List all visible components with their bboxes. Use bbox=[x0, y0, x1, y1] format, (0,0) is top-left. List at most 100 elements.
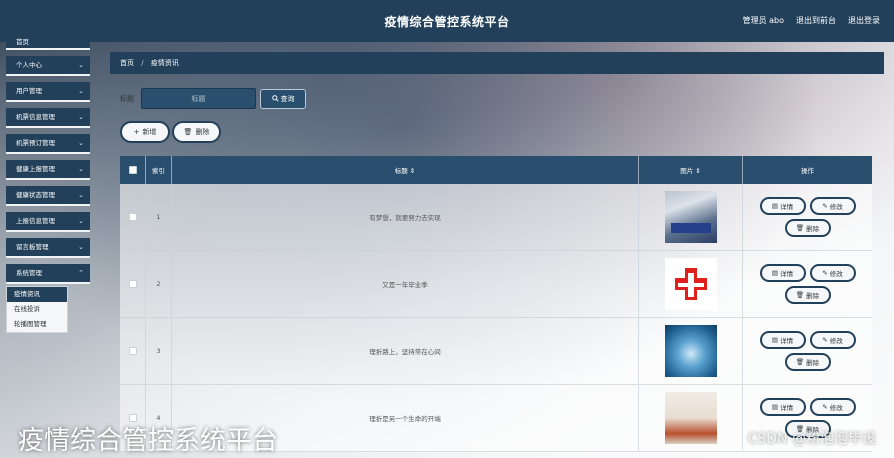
row-ops: ▤ 详情 ✎ 修改 🗑 删除 bbox=[743, 184, 872, 250]
edit-button[interactable]: ✎ 修改 bbox=[809, 264, 856, 282]
detail-label: 详情 bbox=[780, 270, 794, 278]
row-image-cell bbox=[639, 184, 743, 250]
sidebar-item-home[interactable]: 首页 bbox=[6, 37, 90, 50]
detail-button[interactable]: ▤ 详情 bbox=[759, 398, 806, 416]
row-title: 又是一年毕业季 bbox=[172, 251, 639, 317]
delete-button[interactable]: 🗑 删除 bbox=[784, 353, 831, 371]
delete-label: 删除 bbox=[806, 359, 820, 367]
chevron-down-icon: ⌄ bbox=[78, 87, 84, 95]
back-to-front-link[interactable]: 退出到前台 bbox=[796, 15, 836, 26]
row-image-cell bbox=[639, 318, 743, 384]
search-button-label: 查询 bbox=[280, 95, 295, 103]
sidebar-item-label: 留言板管理 bbox=[16, 243, 49, 251]
document-icon: ▤ bbox=[771, 269, 779, 277]
video-caption: 疫情综合管控系统平台 bbox=[18, 426, 279, 456]
chevron-down-icon: ⌄ bbox=[78, 191, 84, 199]
table-row: 3 理折路上，坚持常在心间 ▤ 详情 ✎ 修改 🗑 删除 bbox=[120, 318, 872, 385]
header-image[interactable]: 图片 ⇕ bbox=[639, 156, 743, 184]
edit-label: 修改 bbox=[829, 203, 843, 211]
detail-label: 详情 bbox=[780, 337, 794, 345]
row-ops: ▤ 详情 ✎ 修改 🗑 删除 bbox=[743, 318, 872, 384]
submenu-item-carousel[interactable]: 轮播图管理 bbox=[7, 317, 67, 332]
row-checkbox-cell bbox=[120, 251, 146, 317]
row-checkbox[interactable] bbox=[128, 347, 137, 355]
edit-label: 修改 bbox=[829, 337, 843, 345]
search-button[interactable]: 查询 bbox=[260, 89, 306, 109]
edit-label: 修改 bbox=[829, 404, 843, 412]
document-icon: ▤ bbox=[771, 336, 779, 344]
sidebar-item-report-info[interactable]: 上报信息管理 ⌄ bbox=[6, 212, 90, 232]
row-title: 有梦想，就要努力去实现 bbox=[172, 184, 639, 250]
row-checkbox[interactable] bbox=[128, 280, 137, 288]
detail-button[interactable]: ▤ 详情 bbox=[759, 264, 806, 282]
header-title[interactable]: 标题 ⇕ bbox=[172, 156, 639, 184]
sidebar-item-label: 机票预订管理 bbox=[16, 139, 55, 147]
watermark: CSDN @粉泡泡毕设 bbox=[747, 431, 876, 447]
trash-icon: 🗑 bbox=[795, 224, 805, 232]
submenu-item-epidemic-news[interactable]: 疫情资讯 bbox=[7, 287, 67, 302]
table-header: 索引 标题 ⇕ 图片 ⇕ 操作 bbox=[120, 156, 872, 184]
sidebar-item-health-status[interactable]: 健康状态管理 ⌄ bbox=[6, 186, 90, 206]
header-index: 索引 bbox=[146, 156, 172, 184]
detail-button[interactable]: ▤ 详情 bbox=[759, 331, 806, 349]
row-ops: ▤ 详情 ✎ 修改 🗑 删除 bbox=[743, 251, 872, 317]
row-image-cell bbox=[639, 251, 743, 317]
header-ops: 操作 bbox=[801, 167, 814, 175]
breadcrumb-home[interactable]: 首页 bbox=[120, 59, 134, 67]
system-submenu: 疫情资讯 在线投诉 轮播图管理 bbox=[6, 286, 68, 333]
pencil-icon: ✎ bbox=[822, 403, 828, 411]
trash-icon: 🗑 bbox=[795, 291, 805, 299]
edit-button[interactable]: ✎ 修改 bbox=[809, 398, 856, 416]
chevron-down-icon: ⌄ bbox=[78, 61, 84, 69]
news-table: 索引 标题 ⇕ 图片 ⇕ 操作 1 有梦想，就要努力去实现 ▤ 详情 ✎ 修改 🗑 删… bbox=[120, 156, 872, 452]
table-row: 1 有梦想，就要努力去实现 ▤ 详情 ✎ 修改 🗑 删除 bbox=[120, 184, 872, 251]
detail-button[interactable]: ▤ 详情 bbox=[759, 197, 806, 215]
document-icon: ▤ bbox=[771, 403, 779, 411]
red-cross-image bbox=[664, 258, 717, 310]
pencil-icon: ✎ bbox=[822, 336, 828, 344]
row-checkbox-cell bbox=[120, 318, 146, 384]
select-all-cell bbox=[120, 156, 146, 184]
chevron-down-icon: ⌄ bbox=[78, 165, 84, 173]
sidebar-item-label: 系统管理 bbox=[16, 269, 42, 277]
top-header: 疫情综合管控系统平台 管理员 abo 退出到前台 退出登录 bbox=[0, 0, 894, 42]
breadcrumb-current: 疫情资讯 bbox=[150, 59, 179, 67]
breadcrumb-separator: / bbox=[141, 59, 144, 67]
pencil-icon: ✎ bbox=[822, 202, 828, 210]
detail-label: 详情 bbox=[780, 404, 794, 412]
sidebar-item-health-report[interactable]: 健康上报管理 ⌄ bbox=[6, 160, 90, 180]
row-checkbox[interactable] bbox=[128, 213, 137, 221]
sidebar-item-system-management[interactable]: 系统管理 ⌃ bbox=[6, 264, 90, 284]
row-checkbox-cell bbox=[120, 184, 146, 250]
sidebar-item-ticket-info[interactable]: 机票信息管理 ⌄ bbox=[6, 108, 90, 128]
sidebar-item-ticket-booking[interactable]: 机票预订管理 ⌄ bbox=[6, 134, 90, 154]
sidebar-item-label: 机票信息管理 bbox=[16, 113, 55, 121]
chevron-up-icon: ⌃ bbox=[78, 269, 84, 277]
ambulance-interior-image bbox=[664, 325, 717, 377]
search-input[interactable] bbox=[141, 88, 256, 109]
chevron-down-icon: ⌄ bbox=[78, 217, 84, 225]
row-title: 理折路上，坚持常在心间 bbox=[172, 318, 639, 384]
table-row: 2 又是一年毕业季 ▤ 详情 ✎ 修改 🗑 删除 bbox=[120, 251, 872, 318]
breadcrumb: 首页 / 疫情资讯 bbox=[110, 52, 884, 74]
edit-button[interactable]: ✎ 修改 bbox=[809, 331, 856, 349]
select-all-checkbox[interactable] bbox=[128, 166, 137, 174]
batch-delete-button[interactable]: 🗑 删除 bbox=[172, 121, 221, 143]
header-links: 管理员 abo 退出到前台 退出登录 bbox=[743, 15, 880, 26]
logout-link[interactable]: 退出登录 bbox=[848, 15, 880, 26]
sidebar-item-user-management[interactable]: 用户管理 ⌄ bbox=[6, 82, 90, 102]
delete-label: 删除 bbox=[806, 292, 820, 300]
delete-label: 删除 bbox=[806, 225, 820, 233]
sidebar-item-personal-center[interactable]: 个人中心 ⌄ bbox=[6, 56, 90, 76]
edit-button[interactable]: ✎ 修改 bbox=[809, 197, 856, 215]
clinic-corridor-image bbox=[664, 392, 717, 444]
submenu-item-online-complaint[interactable]: 在线投诉 bbox=[7, 302, 67, 317]
add-button[interactable]: + 新增 bbox=[120, 121, 170, 143]
delete-button[interactable]: 🗑 删除 bbox=[784, 219, 831, 237]
detail-label: 详情 bbox=[780, 203, 794, 211]
delete-button[interactable]: 🗑 删除 bbox=[784, 286, 831, 304]
search-label: 标题 bbox=[120, 95, 134, 103]
sidebar-item-label: 首页 bbox=[16, 38, 29, 46]
chevron-down-icon: ⌄ bbox=[78, 139, 84, 147]
sidebar-item-message-board[interactable]: 留言板管理 ⌄ bbox=[6, 238, 90, 258]
